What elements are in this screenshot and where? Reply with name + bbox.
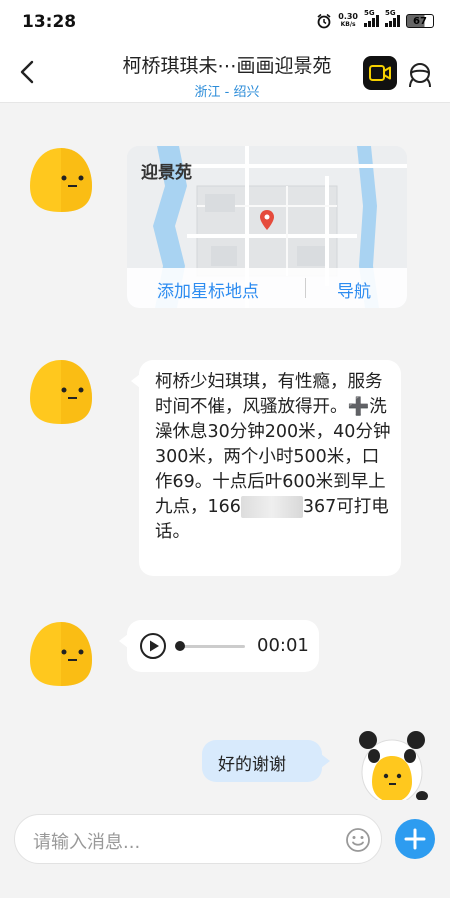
plus-icon	[404, 828, 426, 850]
profile-icon[interactable]	[406, 61, 434, 89]
location-card[interactable]: 迎景苑 添加星标地点 导航	[127, 146, 407, 308]
status-bar: 13:28 0.30 KB/s 5G 5G 67	[0, 0, 450, 44]
message-text: 柯桥少妇琪琪，有性瘾，服务时间不催，风骚放得开。➕洗澡休息30分钟200米，40…	[155, 372, 391, 542]
chat-title: 柯桥琪琪未⋯画画迎景苑	[122, 55, 332, 77]
voice-duration: 00:01	[257, 635, 309, 656]
plus-emoji: ➕	[347, 397, 370, 417]
navigate-button[interactable]: 导航	[337, 277, 371, 302]
divider	[305, 278, 306, 298]
map-action-bar: 添加星标地点 导航	[127, 268, 407, 308]
more-actions-button[interactable]	[395, 819, 435, 859]
play-icon[interactable]	[139, 632, 167, 660]
incoming-message[interactable]: 柯桥少妇琪琪，有性瘾，服务时间不催，风骚放得开。➕洗澡休息30分钟200米，40…	[131, 360, 401, 576]
status-icons: 0.30 KB/s 5G 5G 67	[316, 9, 434, 29]
chat-location[interactable]: 浙江 - 绍兴	[96, 81, 358, 100]
outgoing-message-text: 好的谢谢	[218, 755, 286, 775]
voice-progress-track[interactable]	[177, 645, 245, 648]
emoji-icon[interactable]	[345, 827, 371, 853]
voice-message[interactable]: 00:01	[119, 620, 319, 672]
video-camera-icon	[369, 65, 391, 81]
add-star-location-button[interactable]: 添加星标地点	[157, 277, 259, 302]
signal-icon: 5G	[364, 9, 379, 27]
redacted-phone-segment	[240, 496, 303, 518]
message-input[interactable]: 请输入消息...	[14, 814, 382, 864]
my-avatar[interactable]	[352, 726, 432, 806]
status-time: 13:28	[22, 12, 77, 32]
contact-avatar[interactable]	[26, 618, 96, 688]
map-pin-icon	[260, 210, 274, 230]
voice-progress-handle[interactable]	[175, 641, 185, 651]
contact-avatar[interactable]	[26, 356, 96, 426]
net-speed: 0.30 KB/s	[338, 12, 358, 29]
signal-icon-2: 5G	[385, 9, 400, 27]
message-input-placeholder: 请输入消息...	[33, 832, 141, 853]
map-place-name: 迎景苑	[141, 163, 192, 183]
alarm-icon	[317, 13, 331, 29]
video-call-button[interactable]	[363, 56, 397, 90]
back-arrow-icon[interactable]	[16, 58, 40, 86]
outgoing-message[interactable]: 好的谢谢	[202, 740, 330, 782]
battery-icon: 67	[406, 14, 434, 28]
contact-avatar[interactable]	[26, 144, 96, 214]
